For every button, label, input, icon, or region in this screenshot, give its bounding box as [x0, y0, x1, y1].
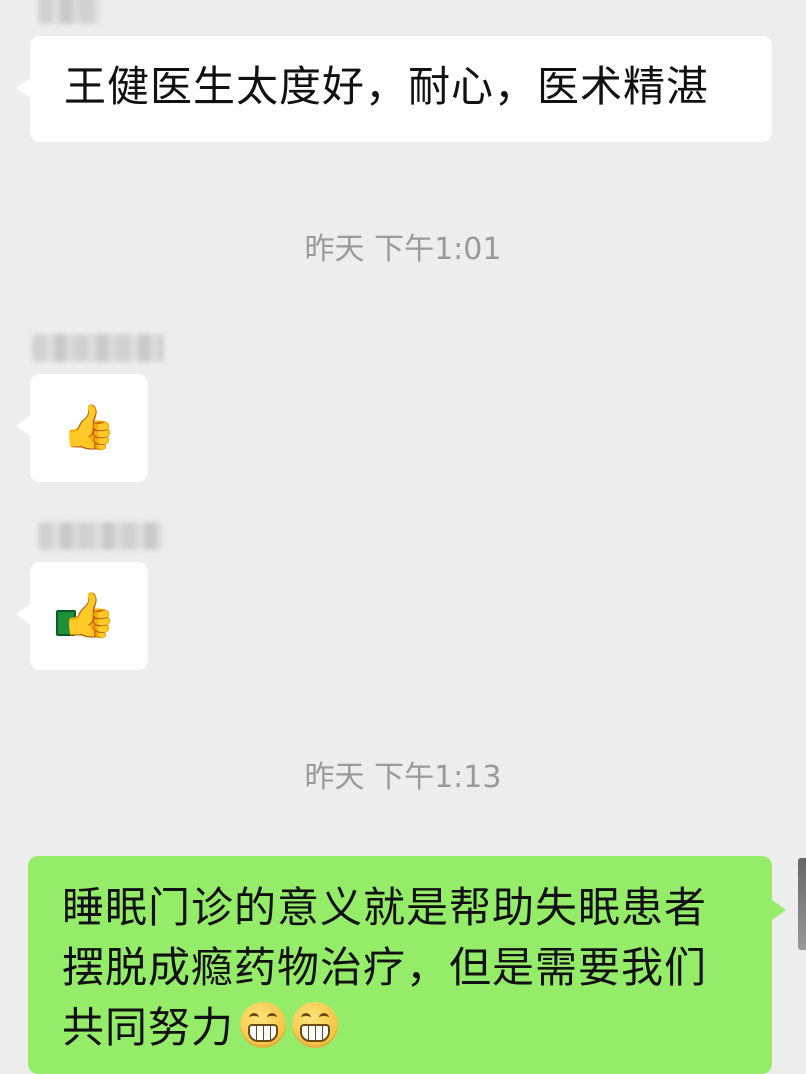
- grin-icon: [292, 1002, 339, 1048]
- message-text-line: 摆脱成瘾药物治疗，但是需要我们: [62, 943, 708, 992]
- grin-icon: [240, 1002, 287, 1048]
- message-text-line: 睡眠门诊的意义就是帮助失眠患者: [62, 883, 708, 932]
- message-bubble[interactable]: 👍: [16, 562, 148, 670]
- message-bubble[interactable]: 王健医生太度好，耐心，医术精湛: [16, 36, 772, 142]
- message-text-line-last: 共同努力: [62, 998, 738, 1058]
- thumbs-up-icon: 👍: [61, 402, 117, 453]
- sender-name-blurred: [38, 0, 100, 24]
- message-text: 王健医生太度好，耐心，医术精湛: [64, 62, 710, 111]
- message-bubble-self[interactable]: 睡眠门诊的意义就是帮助失眠患者 摆脱成瘾药物治疗，但是需要我们 共同努力: [28, 856, 786, 1074]
- sender-name-blurred: [32, 334, 164, 362]
- timestamp: 昨天 下午1:01: [304, 232, 502, 267]
- self-avatar-partial[interactable]: [798, 858, 806, 950]
- message-bubble[interactable]: 👍: [16, 374, 148, 482]
- thumbs-up-green-sleeve-icon: 👍: [55, 594, 116, 638]
- message-text-fragment: 共同努力: [62, 1003, 235, 1052]
- sender-name-blurred: [38, 522, 162, 550]
- timestamp: 昨天 下午1:13: [304, 760, 502, 795]
